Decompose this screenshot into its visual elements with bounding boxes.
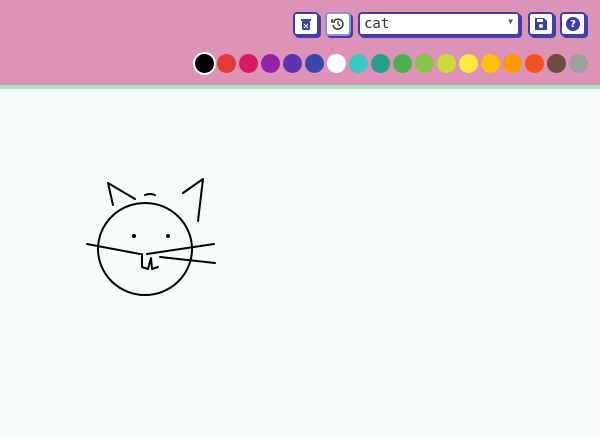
save-button[interactable] — [528, 12, 554, 36]
color-swatch[interactable] — [371, 54, 390, 73]
drawing-canvas[interactable] — [0, 89, 600, 439]
color-swatch[interactable] — [569, 54, 588, 73]
color-swatch[interactable] — [239, 54, 258, 73]
clear-button[interactable] — [293, 12, 319, 36]
prompt-value: cat — [364, 16, 390, 32]
color-swatch[interactable] — [195, 54, 214, 73]
color-swatch[interactable] — [503, 54, 522, 73]
color-swatch[interactable] — [349, 54, 368, 73]
help-button[interactable]: ? — [560, 12, 586, 36]
color-swatch[interactable] — [393, 54, 412, 73]
history-icon — [331, 18, 344, 30]
color-swatch[interactable] — [415, 54, 434, 73]
prompt-select[interactable]: cat ▼ — [358, 12, 520, 36]
color-swatch[interactable] — [217, 54, 236, 73]
color-swatch[interactable] — [305, 54, 324, 73]
floppy-icon — [535, 18, 547, 30]
toolbar: cat ▼ ? — [0, 0, 600, 85]
color-swatch[interactable] — [283, 54, 302, 73]
color-swatch[interactable] — [547, 54, 566, 73]
color-swatch[interactable] — [261, 54, 280, 73]
history-button[interactable] — [325, 12, 351, 36]
chevron-down-icon: ▼ — [508, 17, 513, 26]
color-swatch[interactable] — [525, 54, 544, 73]
color-swatch[interactable] — [327, 54, 346, 73]
question-icon: ? — [566, 17, 580, 31]
color-swatch[interactable] — [481, 54, 500, 73]
cat-drawing — [86, 178, 216, 296]
color-swatch[interactable] — [459, 54, 478, 73]
trash-icon — [301, 19, 311, 30]
color-swatch[interactable] — [437, 54, 456, 73]
